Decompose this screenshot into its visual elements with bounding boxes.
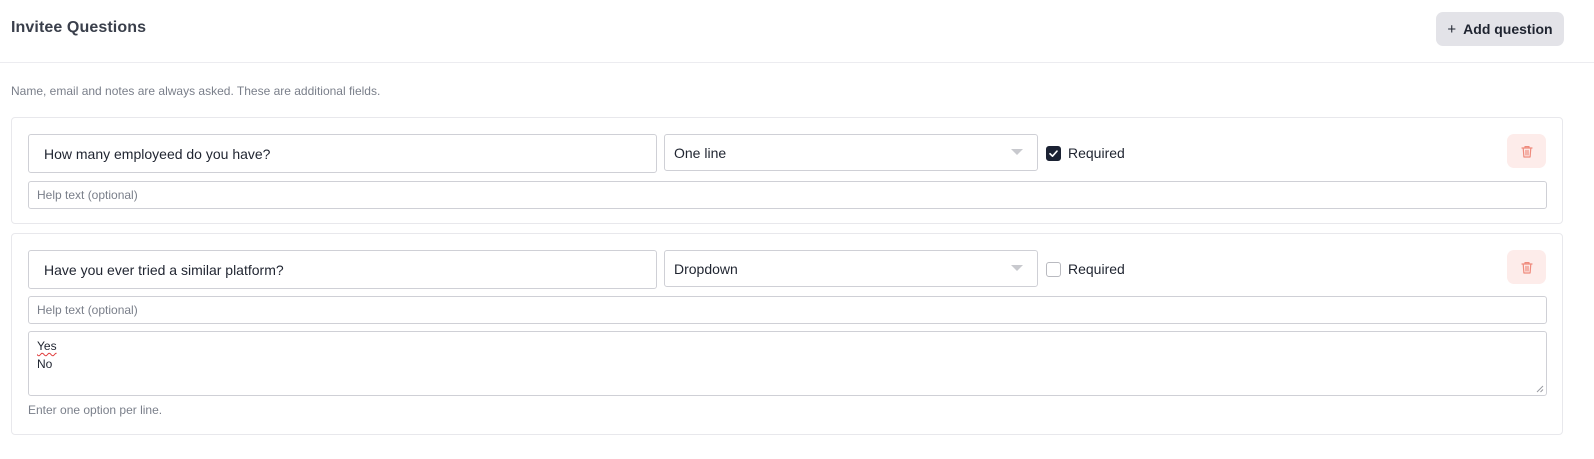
delete-question-button[interactable] [1507,250,1546,284]
required-label: Required [1068,145,1125,161]
required-checkbox[interactable] [1046,261,1061,277]
plus-icon: + [1447,20,1457,38]
trash-icon [1520,261,1533,274]
page-header: Invitee Questions + Add question [0,0,1594,63]
question-type-value: One line [674,144,727,161]
option-line: Yes [37,339,57,353]
add-question-label: Add question [1463,21,1553,37]
question-type-value: Dropdown [674,260,738,277]
trash-icon [1520,145,1533,158]
resize-handle-icon[interactable] [1536,385,1544,393]
option-line: No [37,357,53,371]
options-textarea[interactable]: Yes No [28,331,1547,396]
options-hint: Enter one option per line. [28,403,163,417]
question-card: Have you ever tried a similar platform? … [11,233,1563,435]
question-text-input[interactable]: Have you ever tried a similar platform? [28,250,657,289]
chevron-down-icon [1011,265,1023,271]
chevron-down-icon [1011,149,1023,155]
section-description: Name, email and notes are always asked. … [11,84,381,98]
delete-question-button[interactable] [1507,134,1546,168]
help-text-input[interactable]: Help text (optional) [28,296,1547,324]
help-text-input[interactable]: Help text (optional) [28,181,1547,209]
question-type-select[interactable]: Dropdown [664,250,1038,287]
required-checkbox[interactable] [1046,145,1061,161]
question-type-select[interactable]: One line [664,134,1038,171]
required-label: Required [1068,261,1125,277]
check-icon [1049,149,1058,157]
page-title: Invitee Questions [11,19,147,36]
question-text-input[interactable]: How many employeed do you have? [28,134,657,173]
required-toggle[interactable]: Required [1046,260,1125,278]
add-question-button[interactable]: + Add question [1436,12,1564,46]
required-toggle[interactable]: Required [1046,144,1125,162]
question-card: How many employeed do you have? One line… [11,117,1563,224]
